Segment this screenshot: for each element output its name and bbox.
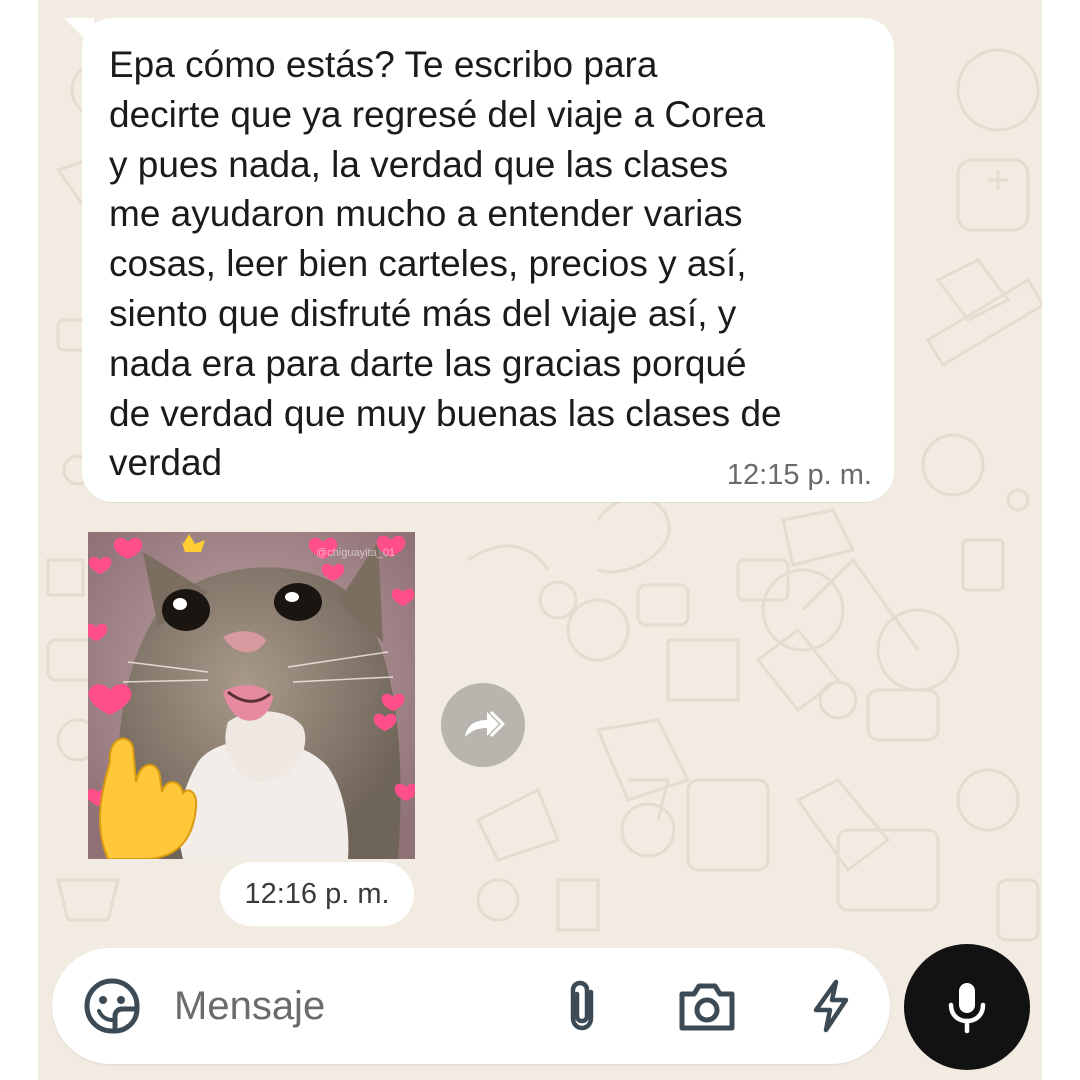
- cat-hearts-sticker-image: [88, 532, 415, 859]
- cat-sticker[interactable]: @chiguayita_01: [88, 532, 415, 859]
- message-text: Epa cómo estás? Te escribo para decirte …: [109, 44, 782, 484]
- sticker-emoji-icon[interactable]: [82, 976, 142, 1036]
- message-input[interactable]: [174, 978, 504, 1034]
- forward-icon: [465, 710, 505, 738]
- lightning-bolt-icon[interactable]: [808, 978, 854, 1034]
- message-bubble-incoming[interactable]: Epa cómo estás? Te escribo para decirte …: [64, 18, 894, 502]
- microphone-button[interactable]: [904, 944, 1030, 1070]
- message-timestamp: 12:15 p. m.: [726, 459, 872, 491]
- sticker-timestamp: 12:16 p. m.: [220, 862, 414, 926]
- bubble-tail: [64, 18, 94, 48]
- microphone-icon: [948, 983, 986, 1034]
- message-composer: [52, 948, 890, 1064]
- sticker-watermark: @chiguayita_01: [316, 547, 396, 559]
- forward-button[interactable]: [441, 683, 525, 767]
- camera-icon[interactable]: [676, 980, 738, 1034]
- paperclip-icon[interactable]: [558, 978, 608, 1034]
